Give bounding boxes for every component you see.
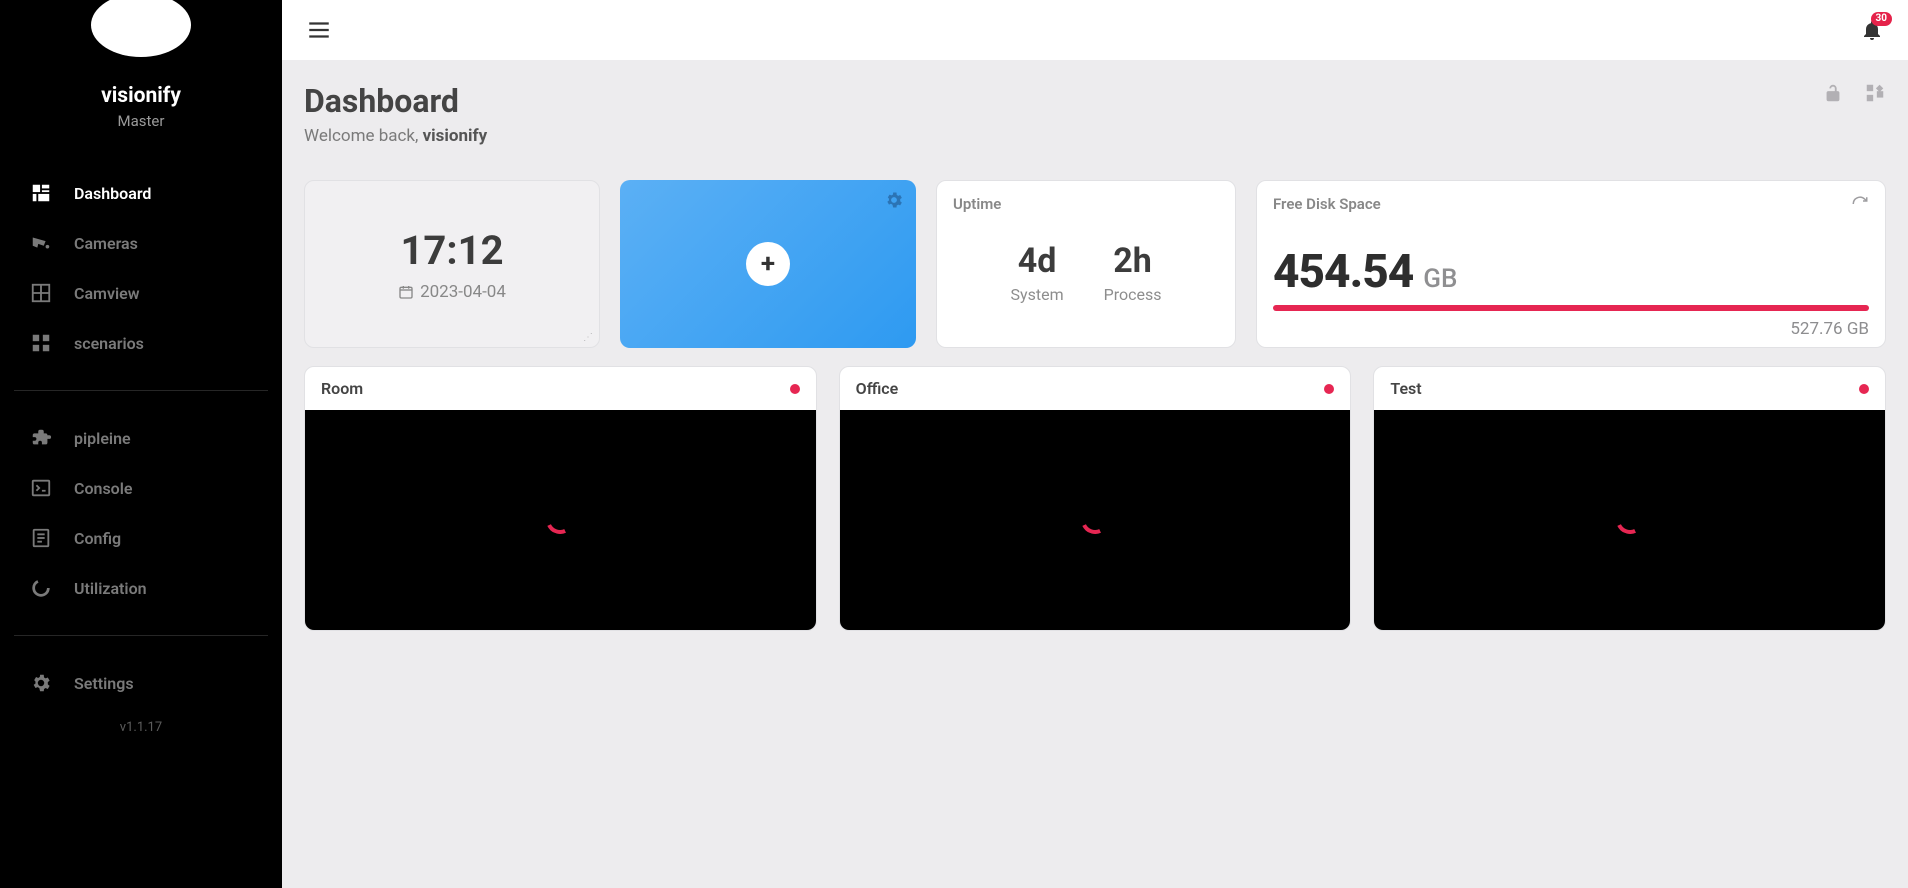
terminal-icon [30,477,52,499]
grid-icon [30,282,52,304]
sidebar-item-label: Utilization [74,579,147,598]
sidebar-item-cameras[interactable]: Cameras [0,218,282,268]
file-icon [30,527,52,549]
gear-icon[interactable] [884,190,904,210]
sidebar-item-label: Dashboard [74,184,151,203]
clock-date: 2023-04-04 [398,282,506,302]
sidebar-item-camview[interactable]: Camview [0,268,282,318]
page-header: Dashboard Welcome back, visionify [304,82,1886,146]
spinner-icon [1077,502,1113,538]
version-label: v1.1.17 [0,720,282,735]
welcome-text: Welcome back, visionify [304,126,487,146]
unlock-icon[interactable] [1822,82,1844,104]
spinner-icon [1612,502,1648,538]
disk-title: Free Disk Space [1273,195,1869,213]
brand-name: visionify [101,84,181,108]
sidebar-item-label: Camview [74,284,140,303]
dashboard-icon [30,182,52,204]
main: 30 Dashboard Welcome back, visionify 17 [282,0,1908,888]
welcome-name: visionify [423,126,488,146]
disk-total: 527.76 GB [1273,319,1869,339]
nav-tertiary: Settings [0,658,282,708]
refresh-icon[interactable] [1851,195,1869,213]
nav-primary: Dashboard Cameras Camview scenarios [0,168,282,368]
camera-card-room[interactable]: Room [304,366,817,631]
disk-progress-bar [1273,305,1869,311]
disk-free-value: 454.54 [1273,245,1413,299]
camera-name: Test [1390,379,1421,398]
sidebar-item-scenarios[interactable]: scenarios [0,318,282,368]
puzzle-icon [30,427,52,449]
spinner-icon [542,502,578,538]
sidebar-profile: visionify Master [0,0,282,130]
uptime-system-label: System [1011,285,1064,304]
nav-secondary: pipleine Console Config Utilization [0,413,282,613]
sidebar-item-pipeline[interactable]: pipleine [0,413,282,463]
status-dot [790,384,800,394]
nav-divider [14,635,268,636]
notifications-button[interactable]: 30 [1860,18,1884,42]
sidebar-item-settings[interactable]: Settings [0,658,282,708]
uptime-system-value: 4d [1011,241,1064,281]
disk-card: Free Disk Space 454.54 GB 527.76 GB [1256,180,1886,348]
camera-feed [1374,410,1885,630]
disk-unit: GB [1423,264,1457,294]
uptime-process-value: 2h [1104,241,1162,281]
uptime-card: Uptime 4d System 2h Process [936,180,1236,348]
stats-row: 17:12 2023-04-04 ⋰ + Uptime 4d [304,180,1886,348]
sidebar-item-label: pipleine [74,429,131,448]
sidebar-item-console[interactable]: Console [0,463,282,513]
camera-card-test[interactable]: Test [1373,366,1886,631]
welcome-prefix: Welcome back, [304,126,423,146]
widgets-toggle-icon[interactable] [1864,82,1886,104]
plus-icon: + [746,242,790,286]
avatar [81,0,201,60]
content: Dashboard Welcome back, visionify 17:12 … [282,60,1908,653]
camera-feed [840,410,1351,630]
sidebar-item-utilization[interactable]: Utilization [0,563,282,613]
status-dot [1324,384,1334,394]
nav-divider [14,390,268,391]
topbar: 30 [282,0,1908,60]
gear-icon [30,672,52,694]
clock-date-value: 2023-04-04 [420,282,506,302]
camera-feed [305,410,816,630]
sidebar-item-label: scenarios [74,334,144,353]
sidebar-item-label: Settings [74,674,134,693]
sidebar-item-label: Cameras [74,234,138,253]
sidebar-item-dashboard[interactable]: Dashboard [0,168,282,218]
resize-handle-icon[interactable]: ⋰ [583,332,593,343]
uptime-process: 2h Process [1104,241,1162,304]
header-actions [1822,82,1886,104]
sidebar-item-config[interactable]: Config [0,513,282,563]
menu-toggle-button[interactable] [306,17,332,43]
clock-time: 17:12 [400,227,503,274]
user-role: Master [118,112,165,130]
sidebar: visionify Master Dashboard Cameras Camvi… [0,0,282,888]
uptime-title: Uptime [953,195,1219,213]
notification-badge: 30 [1871,12,1892,26]
page-title: Dashboard [304,82,487,120]
donut-icon [30,577,52,599]
uptime-system: 4d System [1011,241,1064,304]
camera-card-office[interactable]: Office [839,366,1352,631]
camera-icon [30,232,52,254]
sidebar-item-label: Console [74,479,133,498]
uptime-process-label: Process [1104,285,1162,304]
add-widget-card[interactable]: + [620,180,916,348]
clock-card: 17:12 2023-04-04 ⋰ [304,180,600,348]
calendar-icon [398,284,414,300]
camera-name: Office [856,379,899,398]
camera-name: Room [321,379,363,398]
sidebar-item-label: Config [74,529,121,548]
status-dot [1859,384,1869,394]
cameras-row: Room Office Test [304,366,1886,631]
widgets-icon [30,332,52,354]
